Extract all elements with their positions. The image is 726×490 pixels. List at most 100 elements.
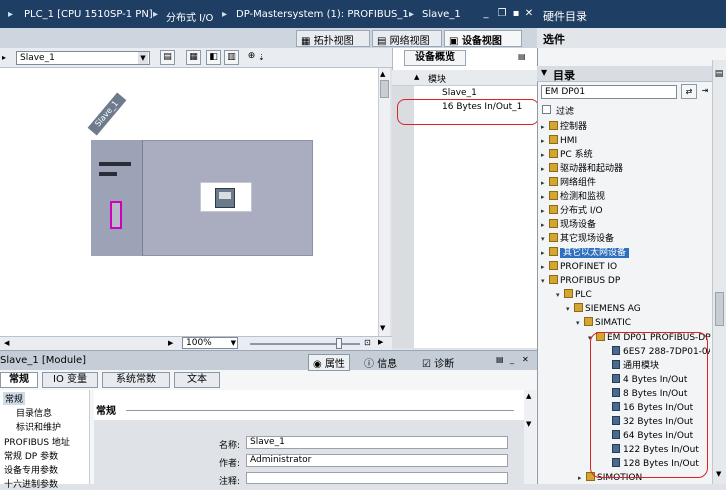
chevron-down-icon[interactable]: ▼ bbox=[541, 68, 547, 77]
panel-menu-icon[interactable]: ▤ bbox=[518, 52, 526, 61]
rack-head-module[interactable] bbox=[91, 140, 143, 256]
scroll-right-icon[interactable]: ▶ bbox=[378, 338, 383, 346]
nav-item-profibus-address[interactable]: PROFIBUS 地址 bbox=[4, 435, 70, 448]
zoom-icon[interactable]: ⊕ bbox=[244, 50, 259, 65]
tab-system-constants[interactable]: 系统常数 bbox=[102, 372, 170, 388]
nav-item-dp-parameters[interactable]: 常规 DP 参数 bbox=[4, 449, 58, 462]
tree-item[interactable]: ▸ 分布式 I/O bbox=[541, 204, 603, 218]
info-tab[interactable]: ⓘ 信息 bbox=[364, 355, 397, 370]
minimize-icon[interactable]: _ bbox=[480, 8, 492, 20]
tab-io-tags[interactable]: IO 变量 bbox=[42, 372, 98, 388]
tree-item[interactable]: ▾ SIEMENS AG bbox=[566, 302, 641, 316]
tree-item[interactable]: ▸ 现场设备 bbox=[541, 218, 596, 232]
collapse-icon[interactable]: ▾ bbox=[566, 302, 574, 316]
comment-field[interactable] bbox=[246, 472, 508, 484]
tree-item[interactable]: ▸ PC 系统 bbox=[541, 148, 593, 162]
scroll-down-icon[interactable]: ▼ bbox=[716, 470, 721, 478]
properties-tab[interactable]: ◉ 属性 bbox=[308, 354, 350, 371]
tab-device-view[interactable]: ▣ 设备视图 bbox=[444, 30, 522, 47]
collapse-icon[interactable]: ▾ bbox=[556, 288, 564, 302]
tree-item[interactable]: ▸ PROFINET IO bbox=[541, 260, 617, 274]
tree-item[interactable]: ▾ 其它现场设备 bbox=[541, 232, 614, 246]
nav-item-general[interactable]: 常规 bbox=[3, 392, 26, 405]
tab-topology-view[interactable]: ▦ 拓扑视图 bbox=[296, 30, 370, 47]
tree-item[interactable]: ▾ SIMATIC bbox=[576, 316, 631, 330]
close-icon[interactable]: ✕ bbox=[523, 8, 535, 20]
sort-icon[interactable]: ▲ bbox=[414, 73, 419, 81]
search-icon[interactable]: ⇄ bbox=[681, 84, 697, 99]
chevron-down-icon[interactable]: ▼ bbox=[231, 338, 236, 348]
expand-icon[interactable]: ▸ bbox=[578, 471, 586, 485]
minimize-icon[interactable]: _ bbox=[510, 355, 514, 364]
tree-item[interactable]: ▸ 检测和监视 bbox=[541, 190, 605, 204]
tab-texts[interactable]: 文本 bbox=[174, 372, 220, 388]
zoom-select[interactable]: 100% ▼ bbox=[182, 337, 238, 349]
module-image[interactable] bbox=[200, 182, 252, 212]
scroll-thumb[interactable] bbox=[715, 292, 724, 326]
properties-scrollbar[interactable]: ▲ ▼ bbox=[524, 390, 536, 484]
name-field[interactable]: Slave_1 bbox=[246, 436, 508, 449]
zoom-dropdown-icon[interactable]: ⇣ bbox=[258, 53, 265, 62]
scroll-thumb[interactable] bbox=[380, 80, 389, 98]
tree-item-selected[interactable]: ▸ 其它以太网设备 bbox=[541, 246, 630, 260]
breadcrumb-plc[interactable]: PLC_1 [CPU 1510SP-1 PN] bbox=[24, 9, 153, 20]
zoom-fit-icon[interactable]: ⊡ bbox=[364, 338, 371, 347]
module-layout-icon[interactable]: ◧ bbox=[206, 50, 221, 65]
scroll-right-icon[interactable]: ▶ bbox=[168, 339, 173, 347]
expand-icon[interactable]: ▸ bbox=[541, 190, 549, 204]
grid-toggle-icon[interactable]: ▦ bbox=[186, 50, 201, 65]
collapse-icon[interactable]: ▾ bbox=[541, 274, 549, 288]
canvas-vertical-scrollbar[interactable]: ▲ ▼ bbox=[378, 68, 390, 336]
scroll-left-icon[interactable]: ◀ bbox=[4, 339, 9, 347]
author-field[interactable]: Administrator bbox=[246, 454, 508, 467]
diagnostics-tab[interactable]: ☑ 诊断 bbox=[422, 355, 454, 370]
expand-icon[interactable]: ▸ bbox=[541, 120, 549, 134]
device-properties-icon[interactable]: ▤ bbox=[160, 50, 175, 65]
dp-interface-port[interactable] bbox=[110, 201, 122, 229]
tab-general[interactable]: 常规 bbox=[0, 372, 38, 388]
tree-item[interactable]: ▾ PROFIBUS DP bbox=[541, 274, 620, 288]
expand-icon[interactable]: ▸ bbox=[541, 176, 549, 190]
tree-item[interactable]: ▾ PLC bbox=[556, 288, 592, 302]
float-icon[interactable]: ▪ bbox=[510, 8, 522, 20]
tree-item[interactable]: ▸ 驱动器和起动器 bbox=[541, 162, 623, 176]
catalog-search-input[interactable]: EM DP01 bbox=[541, 85, 677, 99]
tab-device-overview[interactable]: 设备概览 bbox=[404, 50, 466, 66]
panel-menu-icon[interactable]: ▤ bbox=[712, 66, 726, 82]
options-header[interactable]: 选件 bbox=[537, 28, 726, 48]
scroll-down-icon[interactable]: ▼ bbox=[526, 420, 531, 428]
expand-icon[interactable]: ▸ bbox=[541, 134, 549, 148]
expand-icon[interactable]: ▸ bbox=[541, 218, 549, 232]
collapse-icon[interactable]: ▾ bbox=[541, 232, 549, 246]
column-module[interactable]: 模块 bbox=[428, 72, 446, 85]
tree-item[interactable]: ▸ 控制器 bbox=[541, 120, 587, 134]
nav-item-device-parameters[interactable]: 设备专用参数 bbox=[4, 463, 58, 476]
breadcrumb-distributed-io[interactable]: 分布式 I/O bbox=[166, 9, 213, 24]
tab-network-view[interactable]: ▤ 网络视图 bbox=[372, 30, 442, 47]
restore-icon[interactable]: ❐ bbox=[496, 8, 508, 20]
scroll-up-icon[interactable]: ▲ bbox=[380, 70, 385, 78]
nav-item-identification[interactable]: 标识和维护 bbox=[16, 420, 61, 433]
expand-icon[interactable]: ▸ bbox=[541, 204, 549, 218]
panel-menu-icon[interactable]: ▤ bbox=[496, 355, 504, 364]
catalog-scrollbar[interactable]: ▼ bbox=[712, 60, 726, 484]
close-icon[interactable]: ✕ bbox=[522, 355, 529, 364]
nav-item-catalog-info[interactable]: 目录信息 bbox=[16, 406, 52, 419]
scroll-down-icon[interactable]: ▼ bbox=[380, 324, 385, 332]
collapse-icon[interactable]: ▾ bbox=[576, 316, 584, 330]
device-selector[interactable]: Slave_1 ▼ bbox=[16, 51, 150, 65]
expand-icon[interactable]: ▸ bbox=[541, 148, 549, 162]
breadcrumb-slave[interactable]: Slave_1 bbox=[422, 9, 461, 20]
tree-item[interactable]: ▸ HMI bbox=[541, 134, 577, 148]
expand-icon[interactable]: ▸ bbox=[541, 246, 549, 260]
catalog-header[interactable]: ▼ 目录 bbox=[537, 66, 712, 82]
breadcrumb-dp-mastersystem[interactable]: DP-Mastersystem (1): PROFIBUS_1 bbox=[236, 9, 409, 20]
tree-item[interactable]: ▸ 网络组件 bbox=[541, 176, 596, 190]
zoom-slider-thumb[interactable] bbox=[336, 338, 342, 349]
chevron-down-icon[interactable]: ▼ bbox=[138, 52, 148, 64]
expand-icon[interactable]: ▸ bbox=[541, 260, 549, 274]
table-view-icon[interactable]: ▥ bbox=[224, 50, 239, 65]
filter-checkbox[interactable] bbox=[542, 105, 551, 114]
overview-row[interactable]: Slave_1 bbox=[414, 86, 537, 100]
zoom-slider-track[interactable] bbox=[250, 343, 360, 345]
